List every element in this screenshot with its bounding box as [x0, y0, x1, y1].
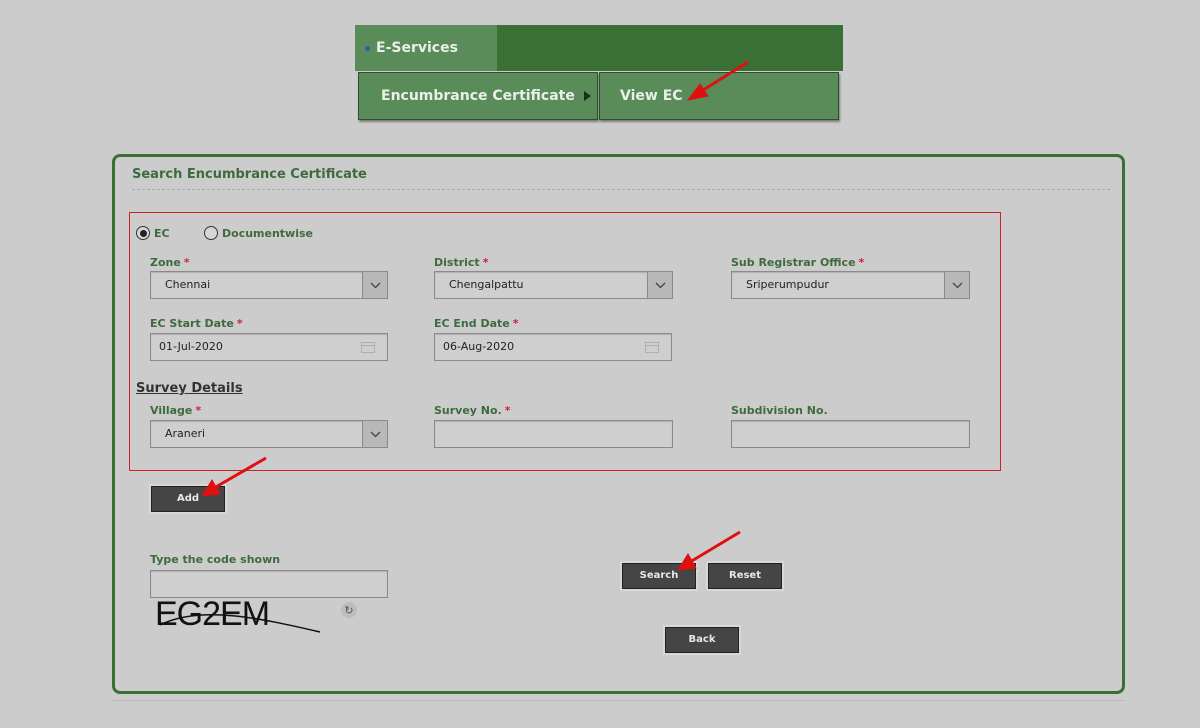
radio-documentwise-label: Documentwise	[222, 226, 313, 240]
zone-value: Chennai	[165, 278, 211, 291]
calendar-icon[interactable]	[361, 342, 375, 353]
district-select[interactable]: Chengalpattu	[434, 271, 673, 299]
top-menu-bar: E-Services	[355, 25, 843, 71]
chevron-down-icon[interactable]	[362, 272, 387, 298]
subdivision-no-label: Subdivision No.	[731, 404, 828, 417]
menu-view-ec-label: View EC	[620, 88, 683, 104]
menu-e-services[interactable]: E-Services	[355, 25, 497, 71]
chevron-down-icon[interactable]	[944, 272, 969, 298]
ec-end-date-input[interactable]: 06-Aug-2020	[434, 333, 672, 361]
survey-details-title: Survey Details	[136, 381, 243, 396]
radio-ec[interactable]: EC	[136, 226, 170, 240]
captcha-input[interactable]	[150, 570, 388, 598]
sro-select[interactable]: Sriperumpudur	[731, 271, 970, 299]
radio-documentwise-circle[interactable]	[204, 226, 218, 240]
village-value: Araneri	[165, 427, 206, 440]
refresh-icon[interactable]: ↻	[341, 602, 357, 618]
survey-no-input[interactable]	[434, 420, 673, 448]
submenu-arrow-icon	[584, 91, 591, 101]
ec-end-date-label: EC End Date *	[434, 317, 519, 330]
menu-encumbrance-certificate-label: Encumbrance Certificate	[381, 88, 575, 104]
menu-view-ec[interactable]: View EC	[599, 72, 839, 120]
radio-documentwise[interactable]: Documentwise	[204, 226, 313, 240]
captcha-label: Type the code shown	[150, 553, 281, 566]
ec-start-date-input[interactable]: 01-Jul-2020	[150, 333, 388, 361]
bullet-icon	[365, 45, 370, 51]
ec-start-date-label: EC Start Date *	[150, 317, 243, 330]
survey-no-label: Survey No. *	[434, 404, 511, 417]
sro-value: Sriperumpudur	[746, 278, 829, 291]
subdivision-no-input[interactable]	[731, 420, 970, 448]
panel-divider	[132, 189, 1110, 190]
chevron-down-icon[interactable]	[362, 421, 387, 447]
district-value: Chengalpattu	[449, 278, 524, 291]
zone-label: Zone *	[150, 256, 190, 269]
back-button[interactable]: Back	[665, 627, 739, 653]
calendar-icon[interactable]	[645, 342, 659, 353]
radio-ec-label: EC	[154, 226, 170, 240]
village-select[interactable]: Araneri	[150, 420, 388, 448]
menu-encumbrance-certificate[interactable]: Encumbrance Certificate	[358, 72, 598, 120]
menu-e-services-label: E-Services	[376, 40, 458, 56]
sro-label: Sub Registrar Office *	[731, 256, 865, 269]
search-button[interactable]: Search	[622, 563, 696, 589]
zone-select[interactable]: Chennai	[150, 271, 388, 299]
panel-title: Search Encumbrance Certificate	[132, 167, 367, 182]
chevron-down-icon[interactable]	[647, 272, 672, 298]
district-label: District *	[434, 256, 489, 269]
village-label: Village *	[150, 404, 202, 417]
panel-bottom-rule	[112, 700, 1125, 701]
radio-ec-circle[interactable]	[136, 226, 150, 240]
add-button[interactable]: Add	[151, 486, 225, 512]
reset-button[interactable]: Reset	[708, 563, 782, 589]
ec-start-date-value: 01-Jul-2020	[159, 340, 223, 353]
ec-end-date-value: 06-Aug-2020	[443, 340, 515, 353]
captcha-image: EG2EM	[155, 595, 270, 633]
